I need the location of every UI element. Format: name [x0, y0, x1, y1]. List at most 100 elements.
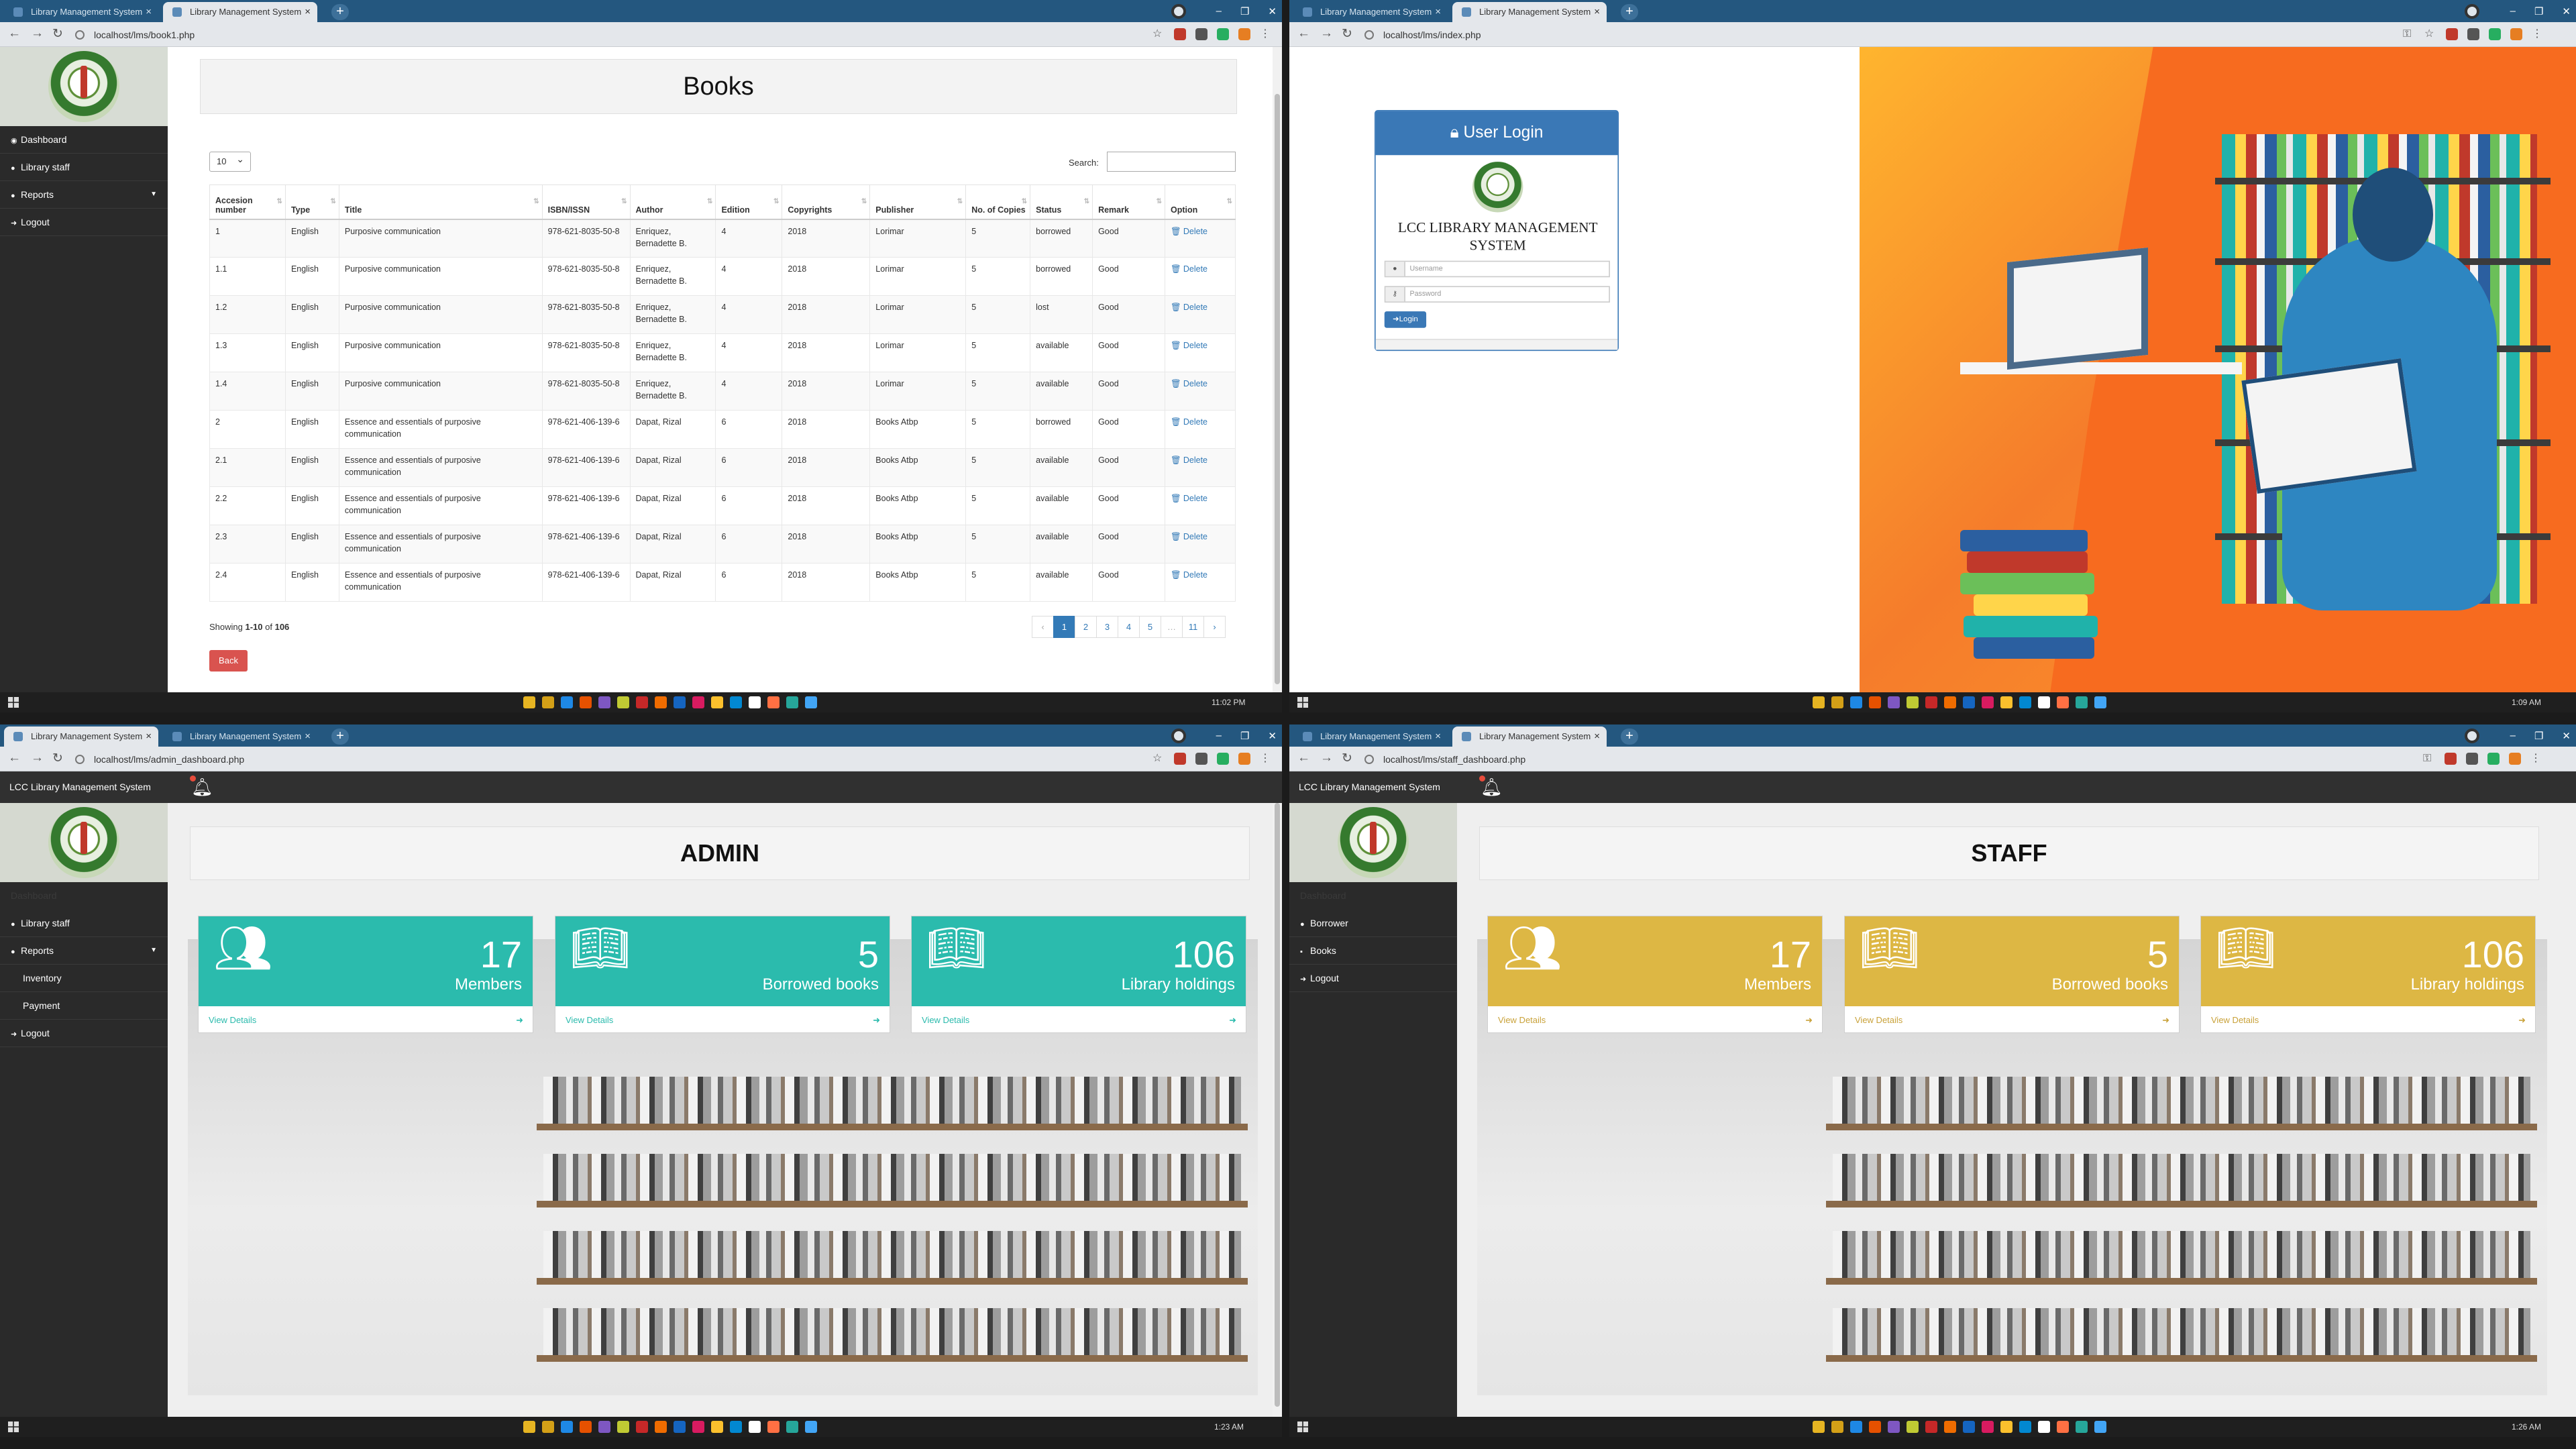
app-icon[interactable] [1963, 1421, 1975, 1433]
app-icon[interactable] [2057, 696, 2069, 708]
app-icon[interactable] [692, 696, 704, 708]
close-icon[interactable]: × [305, 727, 311, 747]
taskbar-clock[interactable]: 1:23 AM [1214, 1422, 1244, 1432]
column-header[interactable]: Author [629, 184, 716, 220]
column-header[interactable]: Accesion number [209, 184, 286, 220]
sidebar-item-library-staff[interactable]: ● Library staff [0, 154, 168, 181]
minimize-icon[interactable]: – [2510, 5, 2516, 17]
new-tab-button[interactable]: + [331, 729, 349, 745]
app-icon[interactable] [674, 696, 686, 708]
app-icon[interactable] [1982, 696, 1994, 708]
close-icon[interactable]: × [146, 2, 152, 22]
browser-tab-active[interactable]: Library Management System × [1452, 727, 1607, 747]
bell-icon[interactable]: 🔔︎ [1479, 775, 1503, 797]
app-icon[interactable] [598, 1421, 610, 1433]
pagination-page[interactable]: 2 [1075, 616, 1097, 638]
app-icon[interactable] [1907, 696, 1919, 708]
pagination-page[interactable]: 11 [1182, 616, 1204, 638]
close-icon[interactable]: × [1435, 2, 1441, 22]
app-icon[interactable] [1813, 696, 1825, 708]
app-icon[interactable] [730, 1421, 742, 1433]
close-window-icon[interactable]: ✕ [2562, 5, 2571, 17]
extension-icon[interactable] [1174, 28, 1186, 40]
browser-tab-active[interactable]: Library Management System × [4, 727, 158, 747]
app-icon[interactable] [1869, 1421, 1881, 1433]
pagination-next[interactable]: › [1203, 616, 1226, 638]
column-header[interactable]: Edition [715, 184, 783, 220]
search-input[interactable] [1107, 152, 1236, 172]
app-icon[interactable] [2038, 696, 2050, 708]
windows-start-icon[interactable] [1297, 697, 1308, 708]
app-icon[interactable] [2038, 1421, 2050, 1433]
extension-icon[interactable] [1217, 753, 1229, 765]
new-tab-button[interactable]: + [1621, 4, 1638, 20]
app-icon[interactable] [730, 696, 742, 708]
pagination-page[interactable]: 4 [1118, 616, 1140, 638]
extension-icon[interactable] [2489, 28, 2501, 40]
forward-icon[interactable]: → [1320, 751, 1333, 765]
table-cell[interactable]: 🗑︎ Delete [1165, 486, 1236, 525]
forward-icon[interactable]: → [1320, 26, 1333, 41]
view-details-link[interactable]: View Details ➜ [199, 1006, 533, 1034]
app-icon[interactable] [692, 1421, 704, 1433]
table-cell[interactable]: 🗑︎ Delete [1165, 372, 1236, 411]
reload-icon[interactable]: ↻ [52, 751, 63, 766]
column-header[interactable]: Option [1165, 184, 1236, 220]
app-icon[interactable] [598, 696, 610, 708]
app-icon[interactable] [805, 1421, 817, 1433]
scrollbar-thumb[interactable] [1275, 94, 1280, 684]
windows-start-icon[interactable] [8, 697, 19, 708]
extension-icon[interactable] [2446, 28, 2458, 40]
extension-icon[interactable] [2509, 753, 2521, 765]
windows-start-icon[interactable] [1297, 1421, 1308, 1432]
windows-start-icon[interactable] [8, 1421, 19, 1432]
star-icon[interactable]: ☆ [2424, 28, 2436, 40]
page-length-select[interactable]: 10 [209, 150, 251, 172]
view-details-link[interactable]: View Details ➜ [555, 1006, 890, 1034]
back-icon[interactable]: ← [1297, 751, 1310, 765]
maximize-icon[interactable]: ❐ [1240, 5, 1249, 17]
extension-icon[interactable] [1174, 753, 1186, 765]
app-icon[interactable] [1944, 696, 1956, 708]
app-icon[interactable] [580, 696, 592, 708]
sidebar-item-logout[interactable]: ➜ Logout [1289, 965, 1457, 992]
app-icon[interactable] [674, 1421, 686, 1433]
delete-link[interactable]: Delete [1183, 455, 1208, 465]
maximize-icon[interactable]: ❐ [2534, 730, 2543, 742]
back-button[interactable]: Back [209, 650, 248, 672]
column-header[interactable]: Title [338, 184, 543, 220]
close-icon[interactable]: × [305, 2, 311, 22]
app-icon[interactable] [1925, 1421, 1937, 1433]
sidebar-item-borrower[interactable]: ● Borrower [1289, 910, 1457, 937]
app-icon[interactable] [2094, 696, 2106, 708]
pagination-prev[interactable]: ‹ [1032, 616, 1054, 638]
app-icon[interactable] [1869, 696, 1881, 708]
app-icon[interactable] [749, 1421, 761, 1433]
sidebar-item-logout[interactable]: ➜ Logout [0, 1020, 168, 1047]
browser-tab-active[interactable]: Library Management System × [1452, 2, 1607, 22]
reload-icon[interactable]: ↻ [1342, 751, 1352, 766]
column-header[interactable]: ISBN/ISSN [541, 184, 631, 220]
app-icon[interactable] [711, 696, 723, 708]
app-icon[interactable] [2076, 696, 2088, 708]
login-button[interactable]: ➜Login [1384, 311, 1427, 328]
app-icon[interactable] [2057, 1421, 2069, 1433]
app-icon[interactable] [523, 1421, 535, 1433]
kebab-menu-icon[interactable]: ⋮ [2530, 753, 2542, 765]
url-field[interactable]: localhost/lms/admin_dashboard.php [75, 751, 244, 767]
view-details-link[interactable]: View Details ➜ [1488, 1006, 1822, 1034]
app-icon[interactable] [655, 1421, 667, 1433]
browser-tab-active[interactable]: Library Management System × [163, 2, 317, 22]
minimize-icon[interactable]: – [2510, 730, 2516, 741]
close-icon[interactable]: × [1594, 2, 1600, 22]
url-field[interactable]: localhost/lms/index.php [1364, 27, 1481, 43]
app-icon[interactable] [767, 696, 780, 708]
brand-title[interactable]: LCC Library Management System [9, 782, 151, 792]
app-icon[interactable] [711, 1421, 723, 1433]
scrollbar-thumb[interactable] [1275, 803, 1280, 1407]
pagination-page[interactable]: 3 [1096, 616, 1118, 638]
app-icon[interactable] [636, 1421, 648, 1433]
table-cell[interactable]: 🗑︎ Delete [1165, 257, 1236, 296]
view-details-link[interactable]: View Details ➜ [1845, 1006, 2179, 1034]
app-icon[interactable] [2094, 1421, 2106, 1433]
